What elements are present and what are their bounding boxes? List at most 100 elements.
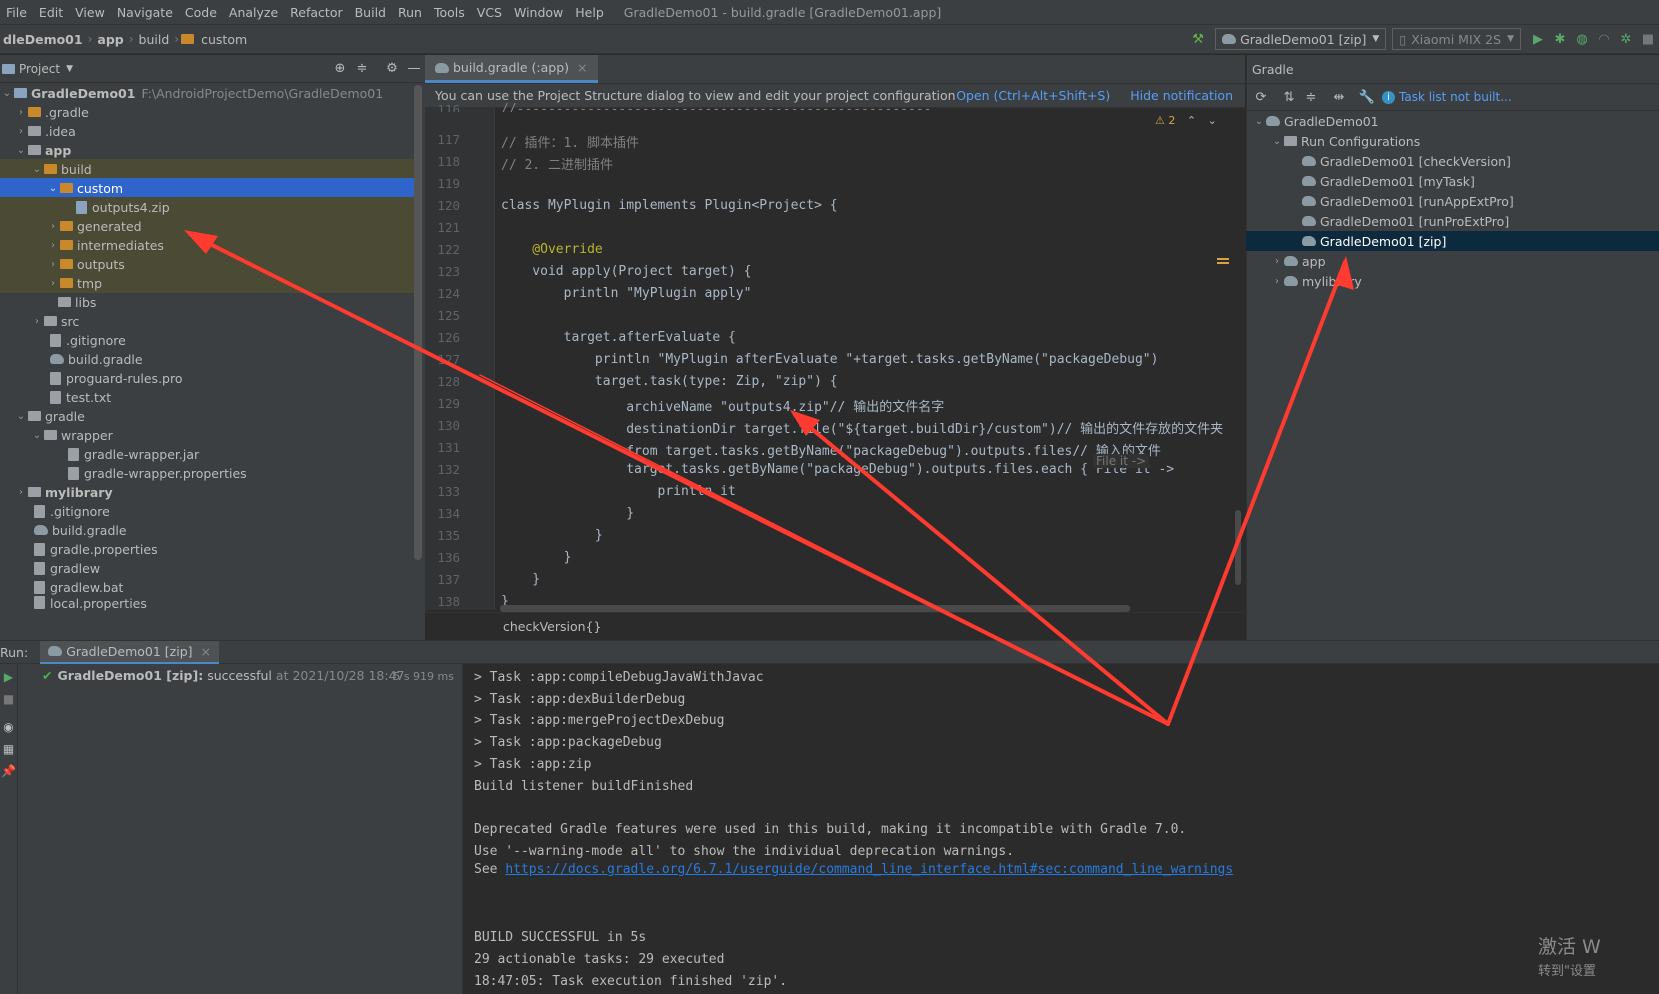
tree-item-wrapper-properties[interactable]: gradle-wrapper.properties — [0, 463, 414, 483]
menu-vcs[interactable]: VCS — [471, 5, 508, 20]
tree-item-custom[interactable]: ⌄ custom — [0, 178, 414, 198]
menu-view[interactable]: View — [69, 5, 111, 20]
open-structure-link[interactable]: Open (Ctrl+Alt+Shift+S) — [956, 88, 1110, 103]
breadcrumb-custom[interactable]: custom — [198, 32, 250, 47]
editor-vscroll[interactable] — [1235, 510, 1241, 585]
device-select[interactable]: ▯ Xiaomi MIX 2S ▼ — [1392, 28, 1521, 50]
toggle-offline-icon[interactable]: ⇹ — [1328, 86, 1350, 108]
hide-icon[interactable]: — — [403, 58, 425, 80]
collapse-all-icon[interactable]: ≑ — [1300, 86, 1322, 108]
menu-refactor[interactable]: Refactor — [284, 5, 348, 20]
run-entry[interactable]: ✔ GradleDemo01 [zip]: successful at 2021… — [42, 668, 404, 683]
breadcrumb-app[interactable]: app — [94, 32, 126, 47]
gradle-run-configs[interactable]: ⌄ Run Configurations — [1246, 131, 1659, 151]
menu-tools[interactable]: Tools — [428, 5, 471, 20]
dropdown-icon[interactable]: ▼ — [66, 64, 73, 74]
menu-analyze[interactable]: Analyze — [223, 5, 284, 20]
tree-item-gradle[interactable]: ⌄ gradle — [0, 406, 414, 426]
tree-item-gradlew-bat[interactable]: gradlew.bat — [0, 577, 414, 597]
debug-icon[interactable]: ✱ — [1549, 28, 1571, 50]
run-icon[interactable]: ▶ — [1527, 28, 1549, 50]
rerun-icon[interactable]: ▶ — [0, 670, 17, 684]
gradle-module-app[interactable]: › app — [1246, 251, 1659, 271]
tree-item-libs[interactable]: libs — [0, 292, 414, 312]
attach-debugger-icon[interactable]: ✲ — [1615, 28, 1637, 50]
menu-window[interactable]: Window — [508, 5, 569, 20]
coverage-icon[interactable]: ◍ — [1571, 28, 1593, 50]
gradle-config-item[interactable]: GradleDemo01 [checkVersion] — [1246, 151, 1659, 171]
expand-all-icon[interactable]: ⇅ — [1278, 86, 1300, 108]
tree-item-src[interactable]: › src — [0, 311, 414, 331]
tree-item-tmp[interactable]: › tmp — [0, 273, 414, 293]
menu-build[interactable]: Build — [349, 5, 392, 20]
collapse-all-icon[interactable]: ≑ — [351, 58, 373, 80]
run-config-select[interactable]: GradleDemo01 [zip] ▼ — [1215, 28, 1387, 50]
menu-navigate[interactable]: Navigate — [111, 5, 179, 20]
breadcrumb-root[interactable]: dleDemo01 — [0, 32, 86, 47]
tree-item-build-gradle-app[interactable]: build.gradle — [0, 349, 414, 369]
eye-icon[interactable]: ◉ — [0, 720, 17, 734]
tree-item-wrapper-jar[interactable]: gradle-wrapper.jar — [0, 444, 414, 464]
gradle-module-mylibrary[interactable]: › mylibrary — [1246, 271, 1659, 291]
warning-stripe[interactable] — [1217, 262, 1229, 264]
gradle-config-item-selected[interactable]: GradleDemo01 [zip] — [1246, 231, 1659, 251]
menu-edit[interactable]: Edit — [33, 5, 69, 20]
chevron-down-icon[interactable]: ⌄ — [1208, 114, 1217, 127]
tree-item-test-txt[interactable]: test.txt — [0, 387, 414, 407]
editor-status-text[interactable]: checkVersion{} — [503, 619, 601, 634]
tree-item-mylibrary[interactable]: › mylibrary — [0, 482, 414, 502]
menu-bar: File Edit View Navigate Code Analyze Ref… — [0, 0, 1659, 24]
close-icon[interactable]: × — [577, 60, 587, 75]
wrench-icon[interactable]: 🔧 — [1356, 86, 1378, 108]
chevron-up-icon[interactable]: ⌃ — [1187, 114, 1196, 127]
locate-icon[interactable]: ⊕ — [329, 58, 351, 80]
tree-item-gitignore-root[interactable]: .gitignore — [0, 501, 414, 521]
docs-link[interactable]: https://docs.gradle.org/6.7.1/userguide/… — [505, 862, 1233, 877]
editor-hscroll[interactable] — [500, 605, 1130, 612]
gear-icon[interactable]: ⚙ — [381, 58, 403, 80]
gradle-config-item[interactable]: GradleDemo01 [runProExtPro] — [1246, 211, 1659, 231]
stop-icon[interactable]: ■ — [1637, 28, 1659, 50]
warning-stripe[interactable] — [1217, 258, 1229, 260]
menu-help[interactable]: Help — [569, 5, 610, 20]
tree-item-app[interactable]: ⌄ app — [0, 140, 414, 160]
gradle-config-item[interactable]: GradleDemo01 [runAppExtPro] — [1246, 191, 1659, 211]
hide-notification-link[interactable]: Hide notification — [1130, 88, 1233, 103]
tree-item-root[interactable]: ⌄ GradleDemo01 F:\AndroidProjectDemo\Gradl… — [0, 83, 414, 103]
tree-item-intermediates[interactable]: › intermediates — [0, 235, 414, 255]
menu-code[interactable]: Code — [179, 5, 223, 20]
chevron-right-icon: › — [19, 486, 23, 498]
tree-item-outputs4-zip[interactable]: outputs4.zip — [0, 197, 414, 217]
gradle-config-item[interactable]: GradleDemo01 [myTask] — [1246, 171, 1659, 191]
project-view-label[interactable]: Project — [19, 62, 60, 76]
warning-indicator[interactable]: ⚠ 2 ⌃ ⌄ — [1155, 114, 1217, 127]
tree-item-generated[interactable]: › generated — [0, 216, 414, 236]
close-icon[interactable]: × — [201, 644, 211, 659]
breadcrumb-build[interactable]: build — [136, 32, 173, 47]
layout-icon[interactable]: ▦ — [0, 742, 17, 756]
tree-item-build[interactable]: ⌄ build — [0, 159, 414, 179]
tree-item-build-gradle-root[interactable]: build.gradle — [0, 520, 414, 540]
tree-item-outputs[interactable]: › outputs — [0, 254, 414, 274]
run-tab[interactable]: GradleDemo01 [zip] × — [40, 640, 219, 664]
tree-item-gradle-properties[interactable]: gradle.properties — [0, 539, 414, 559]
project-scrollbar[interactable] — [414, 85, 422, 560]
tree-item-wrapper[interactable]: ⌄ wrapper — [0, 425, 414, 445]
profile-icon[interactable]: ◠ — [1593, 28, 1615, 50]
gradle-root[interactable]: ⌄ GradleDemo01 — [1246, 111, 1659, 131]
tree-item-gradle-dir[interactable]: › .gradle — [0, 102, 414, 122]
tree-item-idea[interactable]: › .idea — [0, 121, 414, 141]
stop-icon[interactable]: ■ — [0, 692, 17, 706]
pin-icon[interactable]: 📌 — [0, 764, 17, 778]
task-list-link[interactable]: Task list not built... — [1399, 90, 1512, 104]
hammer-icon[interactable]: ⚒ — [1187, 28, 1209, 50]
tree-item-local-properties[interactable]: local.properties — [0, 596, 414, 612]
tree-item-gradlew[interactable]: gradlew — [0, 558, 414, 578]
reload-icon[interactable]: ⟳ — [1250, 86, 1272, 108]
menu-file[interactable]: File — [0, 5, 33, 20]
menu-run[interactable]: Run — [392, 5, 428, 20]
tree-item-gitignore-app[interactable]: .gitignore — [0, 330, 414, 350]
tab-build-gradle[interactable]: build.gradle (:app) × — [425, 55, 598, 83]
tree-item-proguard[interactable]: proguard-rules.pro — [0, 368, 414, 388]
line-number: 138 — [437, 594, 460, 609]
